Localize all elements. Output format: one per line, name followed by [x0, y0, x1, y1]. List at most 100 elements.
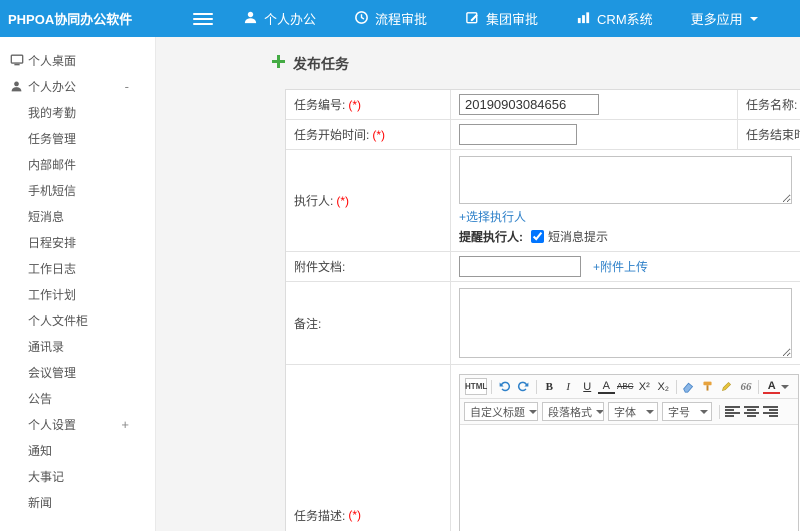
app-logo: PHPOA协同办公软件 [8, 12, 133, 27]
task-number-input[interactable] [459, 94, 599, 115]
sidebar-item-short-message[interactable]: 短消息 [0, 203, 155, 229]
row-executor: 执行人: (*) +选择执行人 提醒执行人: 短消息提示 [286, 150, 800, 252]
nav-more-apps[interactable]: 更多应用 [691, 9, 758, 28]
editor-bold-button[interactable]: B [541, 378, 558, 395]
editor-superscript-button[interactable]: X² [636, 378, 653, 395]
editor-font-size-dropdown[interactable]: 字号 [662, 402, 712, 421]
align-center-icon[interactable] [744, 405, 759, 418]
required-mark: (*) [372, 127, 386, 142]
editor-html-source-button[interactable]: HTML [465, 378, 488, 395]
start-time-label: 任务开始时间: [294, 128, 370, 142]
editor-strikethrough-button[interactable]: ABC [617, 378, 634, 395]
editor-toolbar-row2: 自定义标题 段落格式 字体 字号 [460, 399, 798, 425]
chart-icon [576, 10, 597, 28]
expand-icon[interactable]: + [121, 418, 129, 431]
end-time-label: 任务结束时间: [746, 128, 800, 142]
editor-paragraph-format-dropdown[interactable]: 段落格式 [542, 402, 604, 421]
sidebar: 个人桌面 个人办公 - 我的考勤 任务管理 内部邮件 手机短信 短消息 日程安排… [0, 37, 156, 531]
nav-process-approval[interactable]: 流程审批 [354, 9, 427, 28]
remark-textarea[interactable] [459, 288, 792, 358]
sms-remind-checkbox[interactable] [531, 230, 544, 243]
main-content: 发布任务 任务编号: (*) 任务名称: (*) [156, 37, 800, 531]
collapse-icon[interactable]: - [125, 80, 129, 93]
nav-group-approval[interactable]: 集团审批 [465, 9, 538, 28]
task-number-label: 任务编号: [294, 98, 346, 112]
attachment-upload-link[interactable]: +附件上传 [593, 258, 648, 275]
caret-down-icon [700, 409, 708, 418]
edit-icon [465, 10, 486, 28]
top-bar: PHPOA协同办公软件 个人办公 流程审批 集团审批 CRM系统 更多应用 [0, 0, 800, 37]
user-icon [243, 10, 264, 28]
required-mark: (*) [348, 508, 362, 522]
sidebar-item-mobile-sms[interactable]: 手机短信 [0, 177, 155, 203]
desktop-icon [10, 53, 28, 67]
description-label: 任务描述: [294, 508, 346, 523]
nav-personal-office[interactable]: 个人办公 [243, 9, 316, 28]
editor-format-painter-icon[interactable] [699, 378, 716, 395]
align-left-icon[interactable] [725, 405, 740, 418]
sidebar-item-personal-desktop[interactable]: 个人桌面 [0, 47, 155, 73]
editor-custom-title-dropdown[interactable]: 自定义标题 [464, 402, 538, 421]
editor-underline-button[interactable]: U [579, 378, 596, 395]
required-mark: (*) [336, 193, 350, 208]
start-time-input[interactable] [459, 124, 577, 145]
publish-task-form: 任务编号: (*) 任务名称: (*) 任务开始时间: (*) [285, 89, 800, 531]
editor-undo-icon[interactable] [496, 378, 513, 395]
clock-icon [354, 10, 375, 28]
row-description: 任务描述: (*) HTML B I U A ABC X² X₂ 66 A 自定… [286, 365, 800, 531]
editor-italic-button[interactable]: I [560, 378, 577, 395]
editor-toolbar-row1: HTML B I U A ABC X² X₂ 66 A [460, 375, 798, 399]
executor-label: 执行人: [294, 194, 334, 208]
add-icon [272, 55, 285, 73]
remark-label: 备注: [294, 316, 322, 331]
sidebar-item-address-book[interactable]: 通讯录 [0, 333, 155, 359]
nav-crm-system[interactable]: CRM系统 [576, 9, 653, 28]
sidebar-item-work-plan[interactable]: 工作计划 [0, 281, 155, 307]
sidebar-item-milestones[interactable]: 大事记 [0, 463, 155, 489]
editor-content-area[interactable] [460, 425, 798, 531]
choose-executor-link[interactable]: +选择执行人 [459, 208, 526, 225]
caret-down-icon [529, 409, 537, 418]
sidebar-item-announcement[interactable]: 公告 [0, 385, 155, 411]
editor-highlight-pen-icon[interactable] [718, 378, 735, 395]
editor-blockquote-button[interactable]: 66 [737, 378, 754, 395]
sidebar-item-notice[interactable]: 通知 [0, 437, 155, 463]
remind-executor-label: 提醒执行人: [459, 230, 523, 244]
top-nav: 个人办公 流程审批 集团审批 CRM系统 更多应用 [243, 9, 796, 28]
attachment-label: 附件文档: [294, 260, 346, 274]
sidebar-item-schedule[interactable]: 日程安排 [0, 229, 155, 255]
sidebar-item-meeting-management[interactable]: 会议管理 [0, 359, 155, 385]
font-color-caret-icon[interactable] [781, 377, 790, 396]
row-remark: 备注: [286, 282, 800, 365]
sidebar-item-internal-mail[interactable]: 内部邮件 [0, 151, 155, 177]
editor-redo-icon[interactable] [515, 378, 532, 395]
row-attachment: 附件文档: +附件上传 [286, 252, 800, 282]
page-title: 发布任务 [272, 53, 800, 75]
sidebar-item-work-log[interactable]: 工作日志 [0, 255, 155, 281]
app-window: PHPOA协同办公软件 个人办公 流程审批 集团审批 CRM系统 更多应用 个人… [0, 0, 800, 531]
user-icon [10, 80, 28, 93]
sidebar-item-personal-office[interactable]: 个人办公 - [0, 73, 155, 99]
sidebar-item-personal-settings[interactable]: 个人设置 + [0, 411, 155, 437]
sidebar-item-my-attendance[interactable]: 我的考勤 [0, 99, 155, 125]
caret-down-icon [646, 409, 654, 418]
sidebar-item-personal-files[interactable]: 个人文件柜 [0, 307, 155, 333]
row-task-number: 任务编号: (*) 任务名称: (*) [286, 90, 800, 120]
task-name-label: 任务名称: [746, 98, 798, 112]
executor-textarea[interactable] [459, 156, 792, 204]
editor-font-family-dropdown[interactable]: 字体 [608, 402, 658, 421]
align-right-icon[interactable] [763, 405, 778, 418]
editor-font-button[interactable]: A [597, 379, 615, 394]
sidebar-item-task-management[interactable]: 任务管理 [0, 125, 155, 151]
caret-down-icon [749, 16, 758, 25]
caret-down-icon [596, 409, 603, 418]
rich-text-editor: HTML B I U A ABC X² X₂ 66 A 自定义标题 段落格式 字… [459, 374, 799, 531]
editor-eraser-icon[interactable] [680, 378, 697, 395]
sms-remind-label: 短消息提示 [548, 230, 609, 244]
required-mark: (*) [348, 97, 362, 112]
menu-toggle-icon[interactable] [193, 10, 213, 28]
editor-font-color-button[interactable]: A [763, 379, 781, 394]
editor-subscript-button[interactable]: X₂ [655, 378, 672, 395]
sidebar-item-news[interactable]: 新闻 [0, 489, 155, 515]
attachment-input[interactable] [459, 256, 581, 277]
